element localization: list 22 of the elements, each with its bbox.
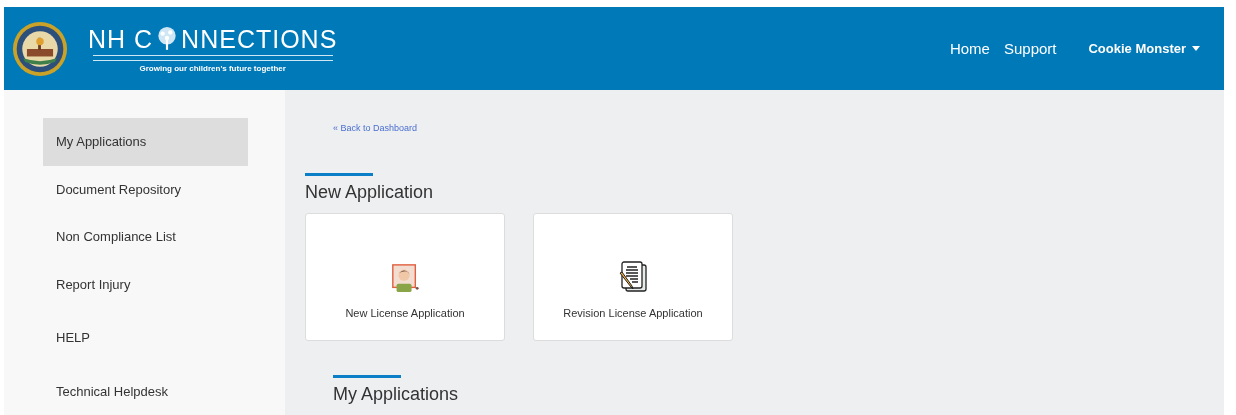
- nav-link[interactable]: Support: [1003, 40, 1057, 57]
- sidebar-heading: HELP: [55, 329, 91, 348]
- back-link[interactable]: « Back to Dashboard: [333, 123, 418, 133]
- card-label: New License Application: [345, 307, 465, 319]
- caret-icon: [1192, 46, 1200, 51]
- document-pencil-icon: [617, 261, 649, 293]
- logo-title: NH C NNECTIONS: [88, 24, 338, 53]
- sidebar-item[interactable]: Report Injury: [43, 260, 248, 309]
- nav-link[interactable]: Home: [949, 40, 990, 57]
- sidebar-item[interactable]: Document Repository: [43, 165, 248, 214]
- sidebar-item[interactable]: My Applications: [43, 118, 248, 166]
- card-label: Revision License Application: [563, 307, 703, 319]
- sidebar-item[interactable]: Technical Helpdesk: [43, 367, 248, 415]
- person-icon: [390, 263, 420, 293]
- application-card[interactable]: Revision License Application: [533, 213, 733, 341]
- application-card[interactable]: New License Application: [305, 213, 505, 341]
- section-title: New Application: [305, 182, 435, 203]
- user-menu[interactable]: Cookie Monster: [1088, 41, 1200, 56]
- logo-tagline: Growing our children's future together: [139, 63, 286, 73]
- sidebar-item[interactable]: Non Compliance List: [43, 213, 248, 261]
- state-seal-icon: [12, 20, 68, 77]
- section-title: My Applications: [333, 384, 460, 404]
